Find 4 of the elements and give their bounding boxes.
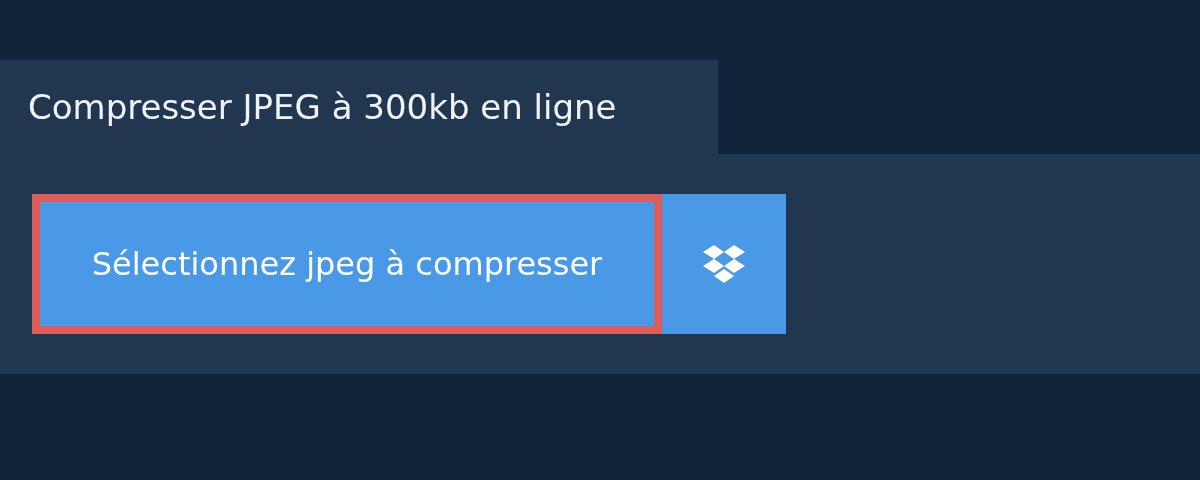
page-title: Compresser JPEG à 300kb en ligne bbox=[0, 60, 718, 154]
dropbox-icon bbox=[703, 245, 745, 283]
dropbox-button[interactable] bbox=[662, 194, 786, 334]
select-file-button[interactable]: Sélectionnez jpeg à compresser bbox=[32, 194, 662, 334]
